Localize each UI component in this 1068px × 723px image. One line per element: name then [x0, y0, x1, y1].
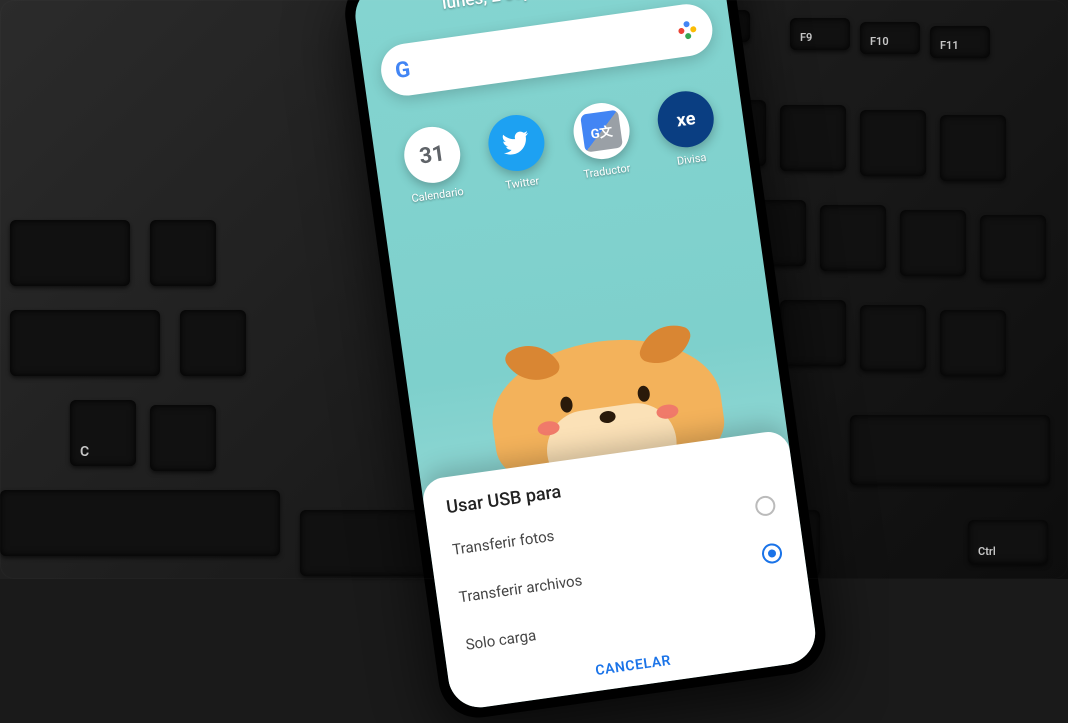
key-blank: [10, 220, 130, 286]
assistant-icon[interactable]: [675, 18, 700, 43]
key-ctrl: Ctrl: [968, 520, 1048, 564]
key-blank: [0, 490, 280, 556]
home-apps-row: 31 Calendario Twitter G文 Traductor xe Di…: [386, 86, 735, 208]
key-blank: [940, 115, 1006, 181]
option-label: Transferir archivos: [458, 571, 584, 606]
date-text: lunes, 2 sept.: [441, 0, 544, 14]
app-calendario[interactable]: 31 Calendario: [391, 122, 475, 207]
phone-screen: lunes, 2 sept. | 30 °C Google 31 Calenda…: [351, 0, 819, 711]
key-blank: [150, 405, 216, 471]
translate-icon: G文: [570, 99, 633, 162]
radio-icon: [761, 542, 784, 565]
key-blank: [180, 310, 246, 376]
key-c: C: [70, 400, 136, 466]
twitter-icon: [485, 111, 548, 174]
xe-icon: xe: [654, 88, 717, 151]
google-logo-icon: Google: [393, 57, 410, 84]
key-blank: [850, 415, 1050, 485]
app-label: Traductor: [583, 161, 632, 180]
app-label: Calendario: [411, 185, 465, 205]
app-twitter[interactable]: Twitter: [476, 110, 560, 195]
key-f10: F10: [860, 22, 920, 54]
key-blank: [940, 310, 1006, 376]
key-blank: [980, 215, 1046, 281]
key-blank: [820, 205, 886, 271]
app-traductor[interactable]: G文 Traductor: [561, 98, 645, 183]
key-blank: [860, 305, 926, 371]
key-blank: [900, 210, 966, 276]
app-label: Twitter: [505, 174, 540, 192]
usb-mode-dialog: Usar USB para Transferir fotos Transferi…: [420, 429, 819, 711]
app-divisa[interactable]: xe Divisa: [645, 86, 729, 171]
key-blank: [150, 220, 216, 286]
calendar-icon: 31: [400, 123, 463, 186]
key-blank: [10, 310, 160, 376]
option-label: Solo carga: [465, 626, 538, 654]
radio-icon: [754, 495, 777, 518]
key-blank: [860, 110, 926, 176]
key-f11: F11: [930, 26, 990, 58]
key-f9: F9: [790, 18, 850, 50]
key-blank: [780, 105, 846, 171]
option-label: Transferir fotos: [451, 527, 555, 559]
key-blank: [780, 300, 846, 366]
app-label: Divisa: [676, 151, 707, 168]
